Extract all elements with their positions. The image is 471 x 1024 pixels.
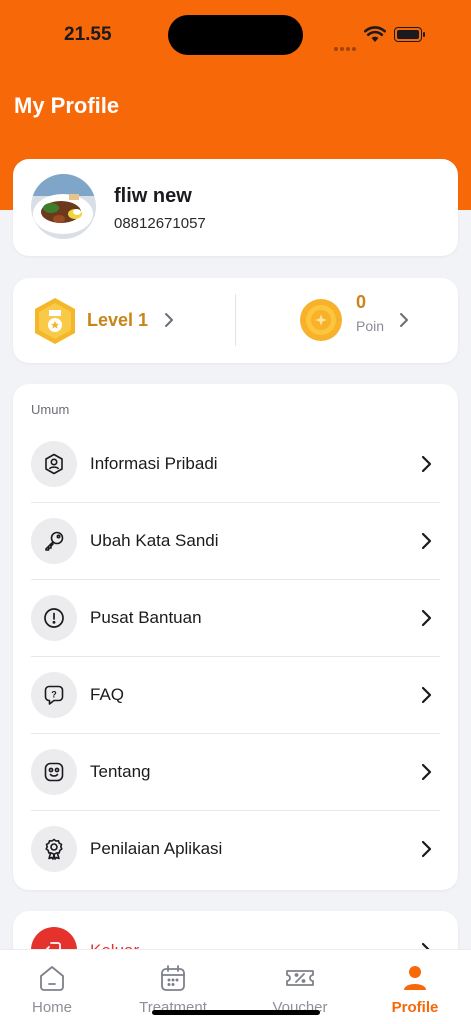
- user-icon: [404, 966, 426, 990]
- chevron-right-icon: [421, 532, 432, 550]
- battery-icon: [394, 27, 426, 43]
- menu-label: Pusat Bantuan: [90, 608, 202, 627]
- chevron-right-icon: [421, 840, 432, 858]
- chevron-right-icon: [421, 763, 432, 781]
- cellular-signal-icon: [334, 38, 358, 51]
- chevron-right-icon: [421, 455, 432, 473]
- alert-circle-icon: [31, 595, 77, 641]
- menu-item-change-password[interactable]: Ubah Kata Sandi: [13, 503, 458, 580]
- chevron-right-icon: [165, 313, 173, 327]
- tab-profile[interactable]: Profile: [356, 950, 471, 1024]
- menu-label: Tentang: [90, 762, 151, 781]
- avatar: [31, 174, 96, 239]
- menu-label: Ubah Kata Sandi: [90, 531, 219, 550]
- status-time: 21.55: [64, 24, 112, 45]
- voucher-icon: [286, 970, 314, 986]
- menu-label: FAQ: [90, 685, 125, 704]
- menu-item-app-rating[interactable]: Penilaian Aplikasi: [13, 811, 458, 888]
- personal-info-icon: [31, 441, 77, 487]
- menu-item-personal-info[interactable]: Informasi Pribadi: [13, 426, 458, 503]
- chevron-right-icon: [421, 686, 432, 704]
- section-label: Umum: [31, 402, 70, 417]
- question-chat-icon: ?: [31, 672, 77, 718]
- key-icon: [31, 518, 77, 564]
- menu-label: Penilaian Aplikasi: [90, 839, 223, 858]
- tab-home[interactable]: Home: [0, 950, 111, 1024]
- general-menu: Umum Informasi Pribadi Ubah Kata Sandi P…: [13, 384, 458, 890]
- user-phone: 08812671057: [114, 215, 206, 232]
- user-name: fliw new: [114, 185, 192, 207]
- menu-item-about[interactable]: Tentang: [13, 734, 458, 811]
- tab-label: Home: [31, 999, 72, 1016]
- award-icon: [31, 826, 77, 872]
- menu-item-faq[interactable]: ? FAQ: [13, 657, 458, 734]
- home-indicator: [152, 1010, 320, 1015]
- dynamic-island: [168, 15, 303, 55]
- chevron-right-icon: [421, 609, 432, 627]
- profile-card[interactable]: fliw new 08812671057: [13, 159, 458, 256]
- rewards-card: Level 1 0 Poin: [13, 278, 458, 363]
- home-icon: [40, 966, 64, 991]
- smiley-icon: [31, 749, 77, 795]
- calendar-icon: [161, 965, 185, 991]
- tab-label: Profile: [391, 999, 439, 1016]
- status-bar: 21.55: [0, 0, 471, 70]
- level-badge-icon: [35, 298, 75, 344]
- points-label: Poin: [356, 318, 385, 334]
- svg-text:?: ?: [51, 690, 57, 700]
- coin-icon: [300, 299, 342, 341]
- menu-label: Informasi Pribadi: [90, 454, 218, 473]
- chevron-right-icon: [400, 313, 408, 327]
- level-label: Level 1: [87, 310, 149, 330]
- wifi-icon: [364, 26, 386, 42]
- page-title: My Profile: [14, 93, 120, 118]
- menu-item-help-center[interactable]: Pusat Bantuan: [13, 580, 458, 657]
- divider: [235, 294, 236, 346]
- points-value: 0: [356, 292, 367, 312]
